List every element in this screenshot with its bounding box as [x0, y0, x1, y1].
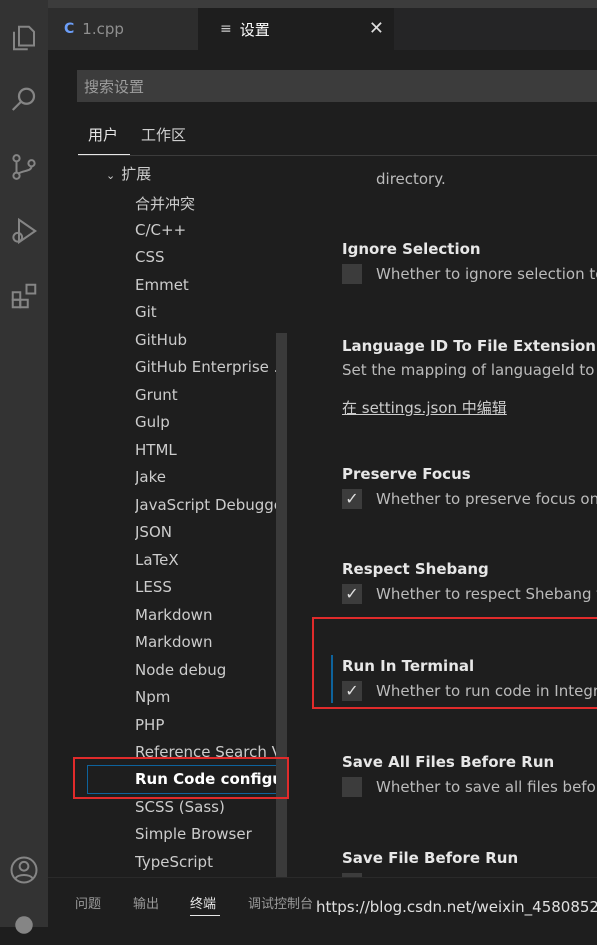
panel-tab-terminal[interactable]: 终端 [190, 893, 216, 912]
toc-item[interactable]: CSS [135, 248, 165, 266]
account-icon[interactable] [4, 850, 44, 890]
highlight-box-toc [73, 757, 289, 799]
setting-title: Language ID To File Extension Map [342, 337, 597, 355]
toc-item[interactable]: Node debug [135, 661, 226, 679]
tab-settings[interactable]: ≡ 设置 ✕ [198, 8, 394, 50]
setting-save-file-before-run: Save File Before Run [342, 849, 597, 877]
toc-item[interactable]: LaTeX [135, 551, 179, 569]
search-placeholder: 搜索设置 [84, 78, 145, 96]
checkbox-checked[interactable]: ✓ [342, 489, 362, 509]
explorer-icon[interactable] [4, 18, 44, 58]
toc-item[interactable]: Grunt [135, 386, 178, 404]
toc-item[interactable]: TypeScript [135, 853, 213, 871]
toc-item[interactable]: Markdown [135, 606, 212, 624]
panel-tab-problems[interactable]: 问题 [75, 893, 101, 912]
edit-in-settings-json-link[interactable]: 在 settings.json 中编辑 [342, 397, 597, 418]
manage-gear-icon[interactable] [4, 905, 44, 945]
setting-respect-shebang: Respect Shebang ✓ Whether to respect Sheb… [342, 560, 597, 604]
extensions-icon[interactable] [4, 276, 44, 316]
toc-group-label: 扩展 [121, 165, 152, 183]
toc-item[interactable]: PHP [135, 716, 164, 734]
tab-user[interactable]: 用户 [88, 124, 118, 154]
tab-label: 1.cpp [82, 20, 124, 38]
setting-desc: Whether to respect Shebang to [376, 585, 597, 603]
setting-desc: Whether to save all files before [376, 778, 597, 796]
toc-item[interactable]: JavaScript Debugger [135, 496, 285, 514]
setting-title: Preserve Focus [342, 465, 471, 483]
active-panel-indicator [190, 915, 220, 916]
toc-item[interactable]: SCSS (Sass) [135, 798, 225, 816]
check-icon: ✓ [345, 584, 359, 603]
tab-1-cpp[interactable]: C 1.cpp [48, 8, 198, 50]
setting-save-all-files: Save All Files Before Run Whether to sav… [342, 753, 597, 797]
check-icon: ✓ [345, 489, 359, 508]
toc-item[interactable]: Npm [135, 688, 170, 706]
toc-item[interactable]: JSON [135, 523, 172, 541]
run-debug-icon[interactable] [4, 211, 44, 251]
toc-item[interactable]: Gulp [135, 413, 170, 431]
cpp-file-icon: C [64, 21, 75, 37]
toc-item[interactable]: Emmet [135, 276, 189, 294]
setting-desc: Set the mapping of languageId to fi [342, 361, 597, 379]
checkbox-checked[interactable]: ✓ [342, 584, 362, 604]
toc-group-extensions[interactable]: ⌄ 扩展 [106, 165, 151, 184]
setting-ignore-selection: Ignore Selection Whether to ignore selec… [342, 240, 597, 284]
setting-title: Save All Files Before Run [342, 753, 555, 771]
editor-tab-bar: C 1.cpp ≡ 设置 ✕ [48, 8, 597, 50]
setting-desc-tail: directory. [376, 170, 446, 188]
activity-bar [0, 0, 48, 934]
settings-list: directory. Ignore Selection Whether to i… [330, 165, 597, 877]
toc-item[interactable]: GitHub [135, 331, 187, 349]
checkbox[interactable] [342, 777, 362, 797]
setting-title: Ignore Selection [342, 240, 481, 258]
toc-item[interactable]: HTML [135, 441, 177, 459]
toc-item[interactable]: C/C++ [135, 221, 186, 239]
tab-label: 设置 [239, 20, 270, 39]
setting-language-id-map: Language ID To File Extension Map Set th… [342, 337, 597, 418]
search-settings-input[interactable]: 搜索设置 [77, 70, 597, 102]
setting-title: Respect Shebang [342, 560, 489, 578]
checkbox[interactable] [342, 264, 362, 284]
tab-workspace[interactable]: 工作区 [141, 124, 186, 154]
setting-desc: Whether to preserve focus on c [376, 490, 597, 508]
toc-item[interactable]: Git [135, 303, 157, 321]
title-strip [48, 0, 597, 8]
panel-tab-output[interactable]: 输出 [133, 893, 159, 912]
setting-title: Save File Before Run [342, 849, 519, 867]
toc-item[interactable]: LESS [135, 578, 172, 596]
panel-tab-debug-console[interactable]: 调试控制台 [248, 893, 313, 912]
settings-file-icon: ≡ [220, 21, 232, 37]
setting-preserve-focus: Preserve Focus ✓ Whether to preserve focu… [342, 465, 597, 509]
toc-item[interactable]: 合并冲突 [135, 193, 195, 214]
toc-item[interactable]: Markdown [135, 633, 212, 651]
highlight-box-setting [312, 617, 597, 709]
toc-item[interactable]: Simple Browser [135, 825, 252, 843]
source-control-icon[interactable] [4, 147, 44, 187]
header-divider [78, 155, 597, 156]
watermark-text: https://blog.csdn.net/weixin_45808526 [316, 898, 597, 916]
chevron-down-icon: ⌄ [106, 169, 116, 182]
close-icon[interactable]: ✕ [369, 18, 384, 39]
setting-desc: Whether to ignore selection to [376, 265, 597, 283]
toc-item[interactable]: GitHub Enterprise ... [135, 358, 285, 376]
toc-item[interactable]: Jake [135, 468, 166, 486]
search-icon[interactable] [4, 80, 44, 120]
